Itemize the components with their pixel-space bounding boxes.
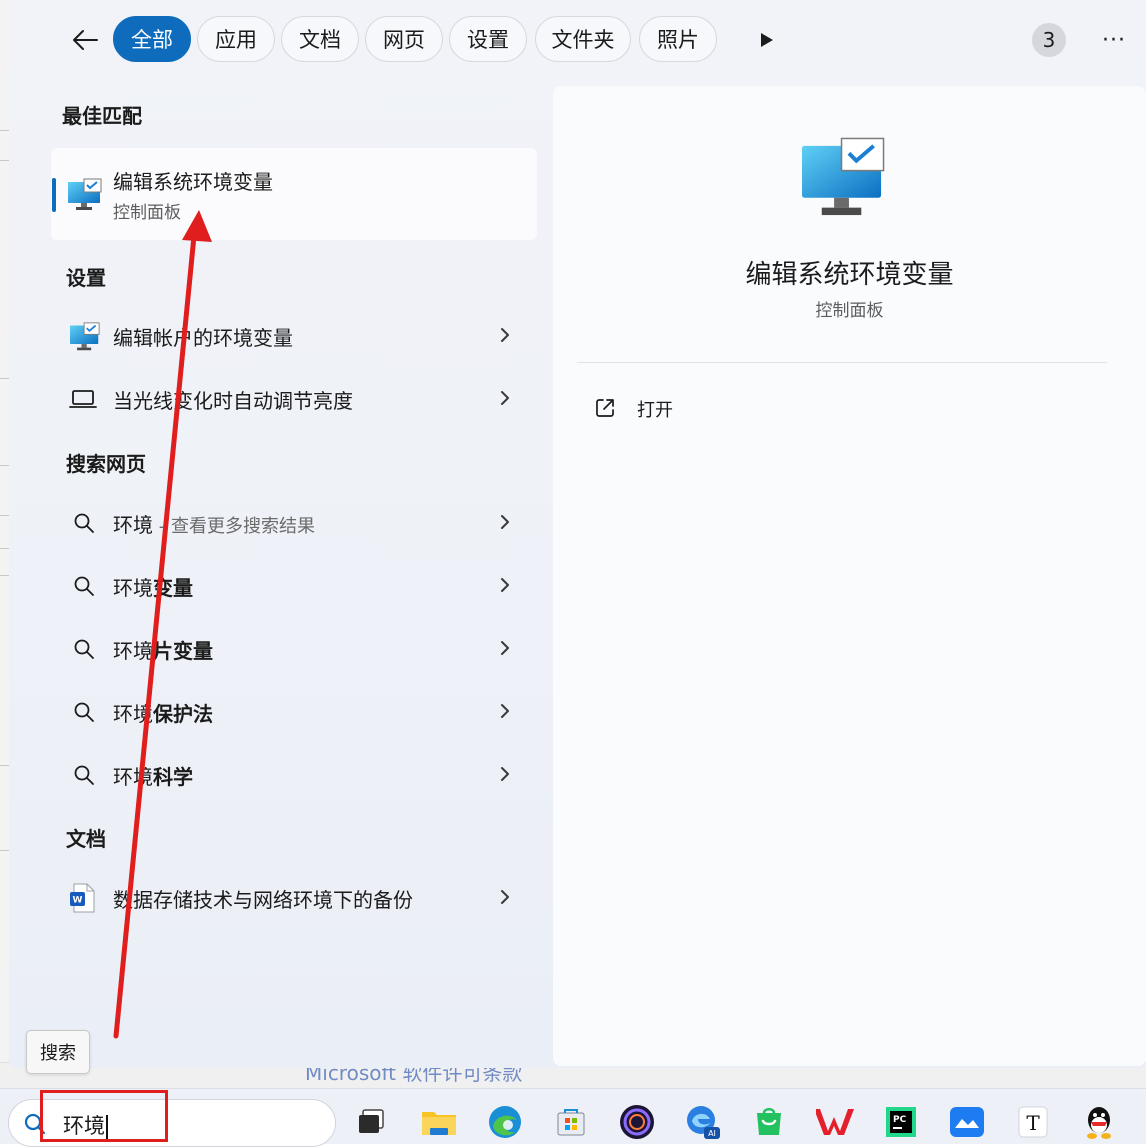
settings-heading: 设置 xyxy=(66,266,106,290)
suggestion-completion: 片变量 xyxy=(153,639,213,663)
chevron-right-icon xyxy=(501,578,509,592)
feishu-icon[interactable] xyxy=(946,1101,988,1143)
web-result-label: 环境 - 查看更多搜索结果 xyxy=(113,509,315,538)
copilot-icon[interactable] xyxy=(616,1101,658,1143)
file-explorer-icon[interactable] xyxy=(418,1101,460,1143)
web-suggestion[interactable]: 环境保护法 xyxy=(51,684,537,740)
settings-item-label: 编辑帐户的环境变量 xyxy=(113,326,293,350)
svg-text:AI: AI xyxy=(708,1129,716,1138)
documents-heading: 文档 xyxy=(66,827,106,851)
web-query-text: 环境 xyxy=(113,513,153,537)
best-match-title: 编辑系统环境变量 xyxy=(113,170,273,194)
chevron-right-icon xyxy=(501,641,509,655)
filter-chip-all[interactable]: 全部 xyxy=(113,16,191,62)
filter-chip-apps[interactable]: 应用 xyxy=(197,16,275,62)
document-label: 数据存储技术与网络环境下的备份 xyxy=(113,888,413,912)
svg-text:PC: PC xyxy=(893,1115,907,1125)
qq-icon[interactable] xyxy=(1078,1101,1120,1143)
suggestion-prefix: 环境 xyxy=(113,765,153,789)
chevron-right-icon xyxy=(501,328,509,342)
svg-text:T: T xyxy=(1026,1111,1040,1135)
annotation-highlight-box xyxy=(40,1090,168,1142)
filter-chip-web[interactable]: 网页 xyxy=(365,16,443,62)
word-document-icon: W xyxy=(69,883,97,917)
filter-chip-folders[interactable]: 文件夹 xyxy=(535,16,631,62)
more-options-button[interactable]: ··· xyxy=(1092,24,1136,56)
web-suggestion-label: 环境科学 xyxy=(113,761,193,790)
arrow-left-icon xyxy=(73,30,98,50)
preview-subtitle: 控制面板 xyxy=(815,301,884,321)
web-result-more[interactable]: 环境 - 查看更多搜索结果 xyxy=(51,495,537,551)
web-suggestion[interactable]: 环境变量 xyxy=(51,558,537,614)
chevron-right-icon xyxy=(501,391,509,405)
web-suggestion-label: 环境片变量 xyxy=(113,635,213,664)
search-icon xyxy=(73,575,95,601)
filter-chip-documents[interactable]: 文档 xyxy=(281,16,359,62)
web-suggestion[interactable]: 环境科学 xyxy=(51,747,537,803)
more-filters-button[interactable] xyxy=(749,26,785,54)
suggestion-completion: 变量 xyxy=(153,576,193,600)
filter-chip-photos[interactable]: 照片 xyxy=(639,16,717,62)
suggestion-prefix: 环境 xyxy=(113,639,153,663)
open-action[interactable]: 打开 xyxy=(593,392,793,428)
settings-item-account-env[interactable]: 编辑帐户的环境变量 xyxy=(51,308,537,364)
pycharm-icon[interactable]: PC xyxy=(880,1101,922,1143)
preview-title: 编辑系统环境变量 xyxy=(745,260,954,290)
best-match-subtitle: 控制面板 xyxy=(113,203,181,223)
best-match-heading: 最佳匹配 xyxy=(62,104,142,128)
monitor-check-icon xyxy=(69,322,101,356)
web-suggestion-label: 环境保护法 xyxy=(113,698,213,727)
best-match-result[interactable]: 编辑系统环境变量 控制面板 xyxy=(51,148,537,240)
chevron-right-icon xyxy=(501,890,509,904)
suggestion-completion: 科学 xyxy=(153,765,193,789)
search-icon xyxy=(73,512,95,538)
task-view-icon[interactable] xyxy=(350,1101,392,1143)
search-tooltip: 搜索 xyxy=(26,1030,90,1074)
play-icon xyxy=(761,33,773,47)
laptop-icon xyxy=(69,388,97,414)
svg-text:W: W xyxy=(73,896,83,906)
search-flyout: 全部 应用 文档 网页 设置 文件夹 照片 3 ··· 最佳匹配 编辑系统环境变… xyxy=(9,0,1146,1068)
search-icon xyxy=(73,701,95,727)
rewards-badge[interactable]: 3 xyxy=(1032,23,1066,57)
wps-icon[interactable] xyxy=(814,1101,856,1143)
web-suggestion[interactable]: 环境片变量 xyxy=(51,621,537,677)
wechat-store-icon[interactable] xyxy=(748,1101,790,1143)
chevron-right-icon xyxy=(501,515,509,529)
chevron-right-icon xyxy=(501,767,509,781)
open-action-label: 打开 xyxy=(637,400,673,421)
document-result[interactable]: W 数据存储技术与网络环境下的备份 xyxy=(51,870,537,926)
edge-ai-icon[interactable]: AI xyxy=(682,1101,724,1143)
chevron-right-icon xyxy=(501,704,509,718)
settings-item-auto-brightness[interactable]: 当光线变化时自动调节亮度 xyxy=(51,371,537,427)
settings-item-label: 当光线变化时自动调节亮度 xyxy=(113,389,353,413)
suggestion-prefix: 环境 xyxy=(113,576,153,600)
web-query-suffix: - 查看更多搜索结果 xyxy=(153,516,315,537)
search-icon xyxy=(73,764,95,790)
filter-chip-settings[interactable]: 设置 xyxy=(449,16,527,62)
suggestion-prefix: 环境 xyxy=(113,702,153,726)
divider xyxy=(577,362,1107,363)
typora-icon[interactable]: T xyxy=(1012,1101,1054,1143)
web-search-heading: 搜索网页 xyxy=(66,452,146,476)
taskbar: 环境 AI PC T xyxy=(0,1088,1146,1147)
microsoft-store-icon[interactable] xyxy=(550,1101,592,1143)
back-button[interactable] xyxy=(67,22,103,58)
suggestion-completion: 保护法 xyxy=(153,702,213,726)
selection-indicator xyxy=(52,178,56,212)
edge-icon[interactable] xyxy=(484,1101,526,1143)
search-icon xyxy=(73,638,95,664)
preview-pane: 编辑系统环境变量 控制面板 打开 xyxy=(553,86,1146,1066)
web-suggestion-label: 环境变量 xyxy=(113,572,193,601)
monitor-check-icon xyxy=(67,178,103,216)
monitor-check-icon xyxy=(797,136,891,224)
open-external-icon xyxy=(596,399,614,417)
